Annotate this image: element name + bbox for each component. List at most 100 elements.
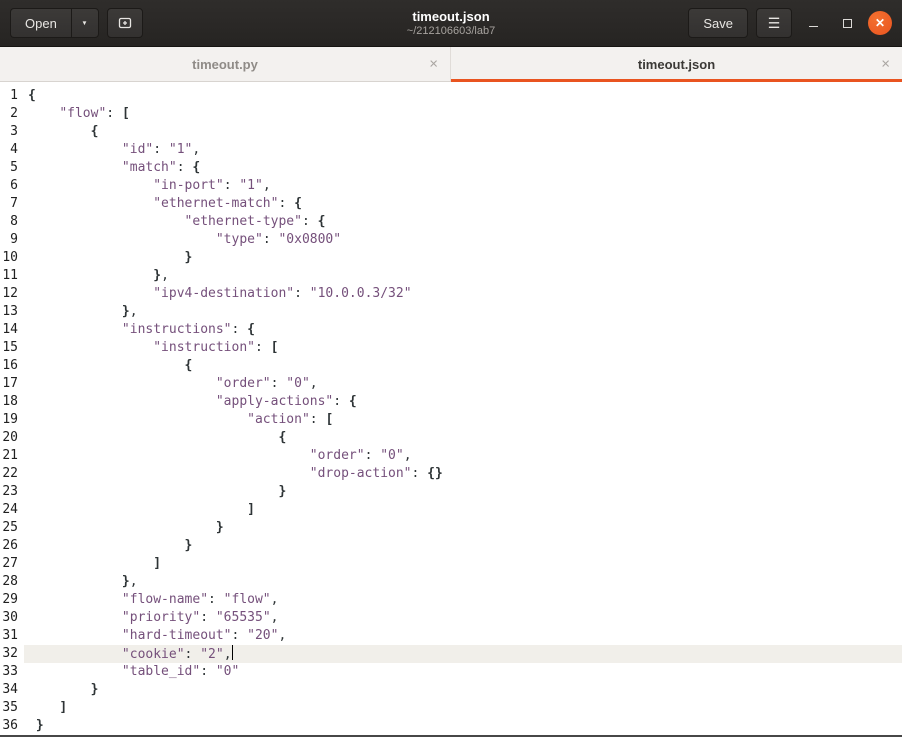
code-text: "in-port": "1", [153,178,271,193]
close-icon: ✕ [874,16,886,30]
code-line[interactable]: 27 ] [0,555,902,573]
code-text: { [184,358,193,373]
code-line[interactable]: 35 ] [0,699,902,717]
line-number: 11 [2,268,18,283]
code-line[interactable]: 32 "cookie": "2", [0,645,902,663]
line-number: 36 [2,718,18,733]
minimize-button[interactable] [800,10,826,36]
line-number: 17 [2,376,18,391]
code-line[interactable]: 10 } [0,249,902,267]
header-bar: Open ▼ timeout.json ~/212106603/lab7 Sav… [0,0,902,47]
code-line[interactable]: 28 }, [0,573,902,591]
code-line[interactable]: 23 } [0,483,902,501]
menu-button[interactable]: ☰ [756,8,792,38]
code-text: } [184,250,193,265]
code-editor[interactable]: 1{2 "flow": [3 {4 "id": "1", 5 "match": {… [0,82,902,735]
line-number: 34 [2,682,18,697]
code-text: "ethernet-match": { [153,196,302,211]
line-number: 12 [2,286,18,301]
line-number: 35 [2,700,18,715]
code-line[interactable]: 18 "apply-actions": { [0,393,902,411]
line-number: 21 [2,448,18,463]
code-text: "id": "1", [121,142,201,157]
code-line[interactable]: 20 { [0,429,902,447]
header-right-controls: Save ☰ ✕ [688,8,892,38]
minimize-icon [808,25,818,28]
line-number: 23 [2,484,18,499]
code-line[interactable]: 8 "ethernet-type": { [0,213,902,231]
maximize-icon [842,18,852,28]
code-text: "ipv4-destination": "10.0.0.3/32" [153,286,412,301]
code-line[interactable]: 16 { [0,357,902,375]
code-line[interactable]: 11 }, [0,267,902,285]
code-line[interactable]: 2 "flow": [ [0,105,902,123]
code-line[interactable]: 5 "match": { [0,159,902,177]
code-line[interactable]: 21 "order": "0", [0,447,902,465]
code-text: "table_id": "0" [121,664,240,679]
maximize-button[interactable] [834,10,860,36]
code-line[interactable]: 36 } [0,717,902,735]
code-line[interactable]: 7 "ethernet-match": { [0,195,902,213]
line-number: 16 [2,358,18,373]
line-number: 1 [10,88,18,103]
tab-timeout-json[interactable]: timeout.json × [451,47,902,82]
code-line[interactable]: 6 "in-port": "1", [0,177,902,195]
open-button[interactable]: Open [10,8,71,38]
line-number: 15 [2,340,18,355]
code-text: "order": "0", [309,448,412,463]
code-text: "apply-actions": { [215,394,357,409]
code-line[interactable]: 15 "instruction": [ [0,339,902,357]
code-text: } [278,484,287,499]
code-text: "cookie": "2", [24,645,902,663]
new-document-icon [118,17,131,29]
line-number: 20 [2,430,18,445]
code-line[interactable]: 13 }, [0,303,902,321]
code-line[interactable]: 26 } [0,537,902,555]
code-text: }, [121,574,138,589]
code-text: "drop-action": {} [309,466,443,481]
code-line[interactable]: 22 "drop-action": {} [0,465,902,483]
code-text: } [184,538,193,553]
save-button[interactable]: Save [688,8,748,38]
line-number: 33 [2,664,18,679]
line-number: 2 [10,106,18,121]
code-line[interactable]: 17 "order": "0", [0,375,902,393]
code-text: "flow-name": "flow", [121,592,279,607]
line-number: 14 [2,322,18,337]
tab-close-icon[interactable]: × [881,57,890,72]
code-line[interactable]: 33 "table_id": "0" [0,663,902,681]
code-line[interactable]: 3 { [0,123,902,141]
new-document-button[interactable] [106,8,143,38]
code-line[interactable]: 9 "type": "0x0800" [0,231,902,249]
line-number: 26 [2,538,18,553]
line-number: 27 [2,556,18,571]
line-number: 3 [10,124,18,139]
tab-bar: timeout.py × timeout.json × [0,47,902,82]
header-left-controls: Open ▼ [10,8,143,38]
line-number: 28 [2,574,18,589]
code-line[interactable]: 31 "hard-timeout": "20", [0,627,902,645]
tab-timeout-py[interactable]: timeout.py × [0,47,451,81]
code-line[interactable]: 25 } [0,519,902,537]
code-line[interactable]: 1{ [0,87,902,105]
code-text: } [35,718,44,733]
code-text: { [90,124,99,139]
line-number: 30 [2,610,18,625]
code-line[interactable]: 34 } [0,681,902,699]
close-button[interactable]: ✕ [868,11,892,35]
code-line[interactable]: 29 "flow-name": "flow", [0,591,902,609]
code-lines: 1{2 "flow": [3 {4 "id": "1", 5 "match": {… [0,87,902,735]
window-title: timeout.json [412,8,490,24]
open-button-group: Open ▼ [10,8,99,38]
code-line[interactable]: 30 "priority": "65535", [0,609,902,627]
code-line[interactable]: 4 "id": "1", [0,141,902,159]
code-line[interactable]: 14 "instructions": { [0,321,902,339]
line-number: 32 [2,646,18,661]
line-number: 9 [10,232,18,247]
code-line[interactable]: 12 "ipv4-destination": "10.0.0.3/32" [0,285,902,303]
code-line[interactable]: 24 ] [0,501,902,519]
tab-close-icon[interactable]: × [429,57,438,72]
line-number: 31 [2,628,18,643]
code-line[interactable]: 19 "action": [ [0,411,902,429]
open-dropdown-button[interactable]: ▼ [70,8,99,38]
